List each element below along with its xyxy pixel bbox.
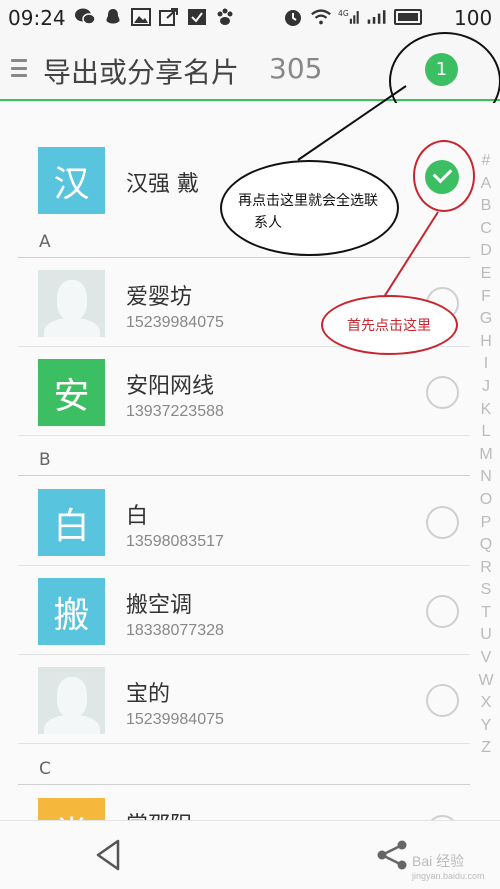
watermark-url: jingyan.baidu.com [412,871,485,881]
section-letter: C [39,759,51,779]
alphabet-index-letter[interactable]: H [480,331,492,354]
watermark: Bai 经验 [412,853,465,869]
page-title: 导出或分享名片 [43,56,240,89]
contact-name: 搬空调 [126,593,193,618]
alphabet-index-letter[interactable]: A [481,173,492,196]
status-bar: 09:24 4G 100 [0,0,500,36]
annotation-red-text: 首先点击这里 [347,318,431,334]
avatar: 白 [38,489,105,556]
svg-text:4G: 4G [338,9,349,18]
list-item[interactable]: 搬 搬空调 18338077328 [18,567,470,655]
app-bar: 导出或分享名片 305 1 [0,32,500,130]
alphabet-index-letter[interactable]: P [481,512,492,535]
alphabet-index-letter[interactable]: J [482,376,490,399]
alphabet-index-letter[interactable]: C [480,218,492,241]
contact-name: 常邵阳 [126,807,192,820]
battery-percent: 100 [454,6,493,30]
bottom-bar: Bai 经验 jingyan.baidu.com [0,820,500,889]
checkbox-checked[interactable] [425,160,459,194]
back-triangle-icon [96,839,120,871]
annotation-note-select-all: 再点击这里就会全选联 系人 [220,160,399,256]
avatar: 搬 [38,578,105,645]
task-check-icon [186,7,208,27]
alphabet-index-letter[interactable]: E [481,263,492,286]
list-item[interactable]: 安 安阳网线 13937223588 [18,348,470,436]
alphabet-index-letter[interactable]: U [480,624,492,647]
list-item[interactable]: 宝的 15239984075 [18,656,470,744]
alphabet-index-letter[interactable]: K [481,399,492,422]
back-button[interactable] [90,837,126,873]
alphabet-index-letter[interactable]: I [484,353,488,376]
signal-icon [366,7,388,27]
annotation-text: 再点击这里就会全选联 系人 [238,190,388,234]
alphabet-index-letter[interactable]: G [480,308,492,331]
avatar: 汉 [38,147,105,214]
section-header: B [18,444,470,476]
section-letter: B [39,450,51,470]
alphabet-index-letter[interactable]: O [480,489,492,512]
wifi-icon [310,7,332,27]
battery-icon [394,9,422,25]
alphabet-index-letter[interactable]: R [480,557,492,580]
checkbox[interactable] [426,506,459,539]
menu-icon[interactable] [11,59,27,77]
contact-phone: 15239984075 [126,711,224,728]
alphabet-index-letter[interactable]: T [481,602,491,625]
alphabet-index-letter[interactable]: F [481,286,491,309]
contact-name: 宝的 [126,682,171,707]
alphabet-index-letter[interactable]: S [481,579,492,602]
baidu-paw-icon [214,7,236,27]
alarm-icon [282,7,304,27]
share-icon [377,840,407,870]
contact-name: 汉强 戴 [126,172,199,197]
share-out-icon [158,7,180,27]
annotation-text-line1: 再点击这里就会全选联 [238,193,378,209]
checkbox[interactable] [426,376,459,409]
avatar: 常 [38,798,105,820]
notification-icons [74,7,236,27]
alphabet-index-letter[interactable]: W [478,670,493,693]
alphabet-index-letter[interactable]: X [481,692,492,715]
image-icon [130,7,152,27]
section-header: C [18,753,470,785]
list-item[interactable]: 白 白 13598083517 [18,478,470,566]
section-letter: A [39,232,51,252]
share-button[interactable] [374,837,410,873]
contact-name: 白 [126,504,149,529]
wechat-icon [74,7,96,27]
alphabet-index-letter[interactable]: Z [481,737,491,760]
avatar-placeholder [38,270,105,337]
alphabet-index-letter[interactable]: V [481,647,492,670]
alphabet-index-letter[interactable]: Y [481,715,492,738]
alphabet-index-letter[interactable]: M [479,444,492,467]
contact-name: 爱婴坊 [126,285,193,310]
contact-phone: 15239984075 [126,314,224,331]
alphabet-index-letter[interactable]: D [480,240,492,263]
status-time: 09:24 [8,6,66,30]
contact-phone: 13598083517 [126,533,224,550]
select-all-button[interactable]: 1 [425,53,458,86]
contact-phone: 13937223588 [126,403,224,420]
checkbox[interactable] [426,684,459,717]
contact-phone: 18338077328 [126,622,224,639]
list-item[interactable]: 常 常邵阳 [18,787,470,820]
system-icons: 4G [282,7,422,27]
alphabet-index-letter[interactable]: N [480,466,492,489]
qq-icon [102,7,124,27]
annotation-note-first-step: 首先点击这里 [321,295,458,355]
checkbox[interactable] [426,595,459,628]
annotation-text-line2: 系人 [254,215,282,231]
avatar: 安 [38,359,105,426]
avatar-placeholder [38,667,105,734]
alphabet-index-letter[interactable]: L [482,421,491,444]
alphabet-index[interactable]: # A B C D E F G H I J K L M N O P Q R S T U V W X Y Z [474,150,498,760]
alphabet-index-letter[interactable]: # [482,150,491,173]
contact-name: 安阳网线 [126,374,215,399]
alphabet-index-letter[interactable]: Q [480,534,492,557]
alphabet-index-letter[interactable]: B [481,195,492,218]
contact-count: 305 [269,52,323,85]
signal-4g-icon: 4G [338,7,360,27]
